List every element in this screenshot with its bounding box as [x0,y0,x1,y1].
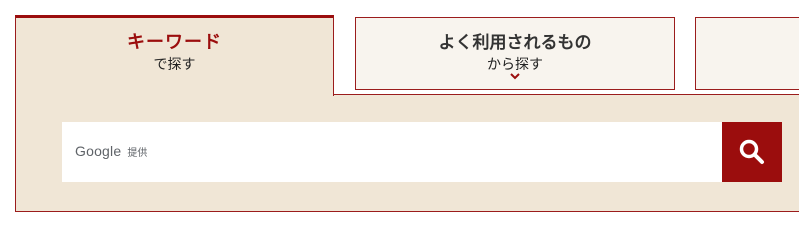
tab-keyword-title: キーワード [127,32,222,53]
search-input[interactable] [62,122,722,182]
tab-frequently-used-subtitle: から探す [487,57,543,73]
tab-keyword-subtitle: で探す [153,57,196,73]
search-icon [739,139,764,164]
tab-frequently-used-title: よく利用されるもの [438,33,592,53]
tab-third[interactable] [695,17,799,90]
search-button[interactable] [722,122,782,182]
search-widget: キーワード で探す よく利用されるもの から探す Google 提供 [0,0,799,243]
search-box: Google 提供 [62,122,782,182]
tab-frequently-used[interactable]: よく利用されるもの から探す [355,17,675,90]
tab-divider-line [334,94,799,95]
tab-keyword[interactable]: キーワード で探す [15,15,334,96]
